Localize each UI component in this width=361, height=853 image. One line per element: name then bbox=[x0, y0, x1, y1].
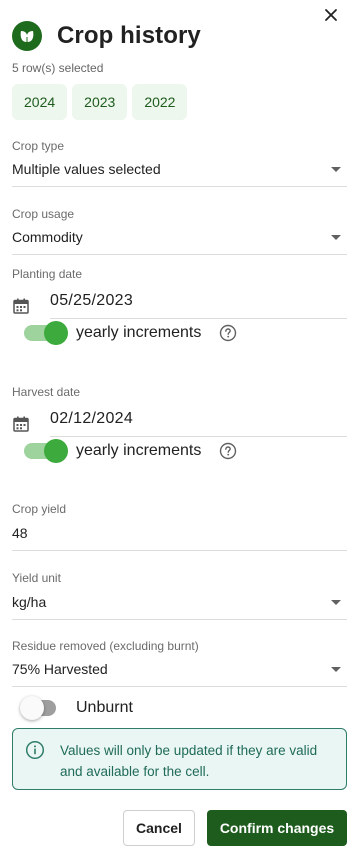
year-chip-2023[interactable]: 2023 bbox=[72, 84, 128, 120]
year-chip-2022[interactable]: 2022 bbox=[132, 84, 188, 120]
yield-unit-value: kg/ha bbox=[12, 594, 47, 610]
harvest-yearly-label: yearly increments bbox=[76, 442, 202, 459]
calendar-icon[interactable] bbox=[12, 297, 30, 315]
switch-thumb bbox=[44, 439, 68, 463]
switch-thumb bbox=[44, 321, 68, 345]
yield-unit-select[interactable]: Yield unit kg/ha bbox=[12, 571, 347, 620]
selection-count: 5 row(s) selected bbox=[12, 61, 104, 75]
leaf-icon bbox=[12, 21, 42, 51]
cancel-button[interactable]: Cancel bbox=[123, 810, 195, 846]
dropdown-arrow-icon bbox=[331, 166, 341, 172]
unburnt-switch[interactable] bbox=[12, 693, 72, 723]
info-icon bbox=[25, 740, 45, 760]
harvest-date-label: Harvest date bbox=[12, 385, 81, 399]
close-button[interactable] bbox=[322, 6, 340, 24]
crop-yield-value: 48 bbox=[12, 525, 28, 541]
yield-unit-label: Yield unit bbox=[12, 571, 61, 585]
crop-type-label: Crop type bbox=[12, 139, 65, 153]
planting-yearly-switch[interactable] bbox=[12, 318, 72, 348]
page-title: Crop history bbox=[57, 22, 201, 49]
crop-yield-label: Crop yield bbox=[12, 502, 67, 516]
switch-thumb bbox=[20, 696, 44, 720]
calendar-icon[interactable] bbox=[12, 415, 30, 433]
harvest-date-input[interactable]: 02/12/2024 bbox=[50, 410, 347, 437]
residue-removed-label: Residue removed (excluding burnt) bbox=[12, 639, 199, 653]
crop-yield-input[interactable]: Crop yield 48 bbox=[12, 502, 347, 551]
harvest-date-field: Harvest date 02/12/2024 bbox=[12, 385, 347, 437]
help-icon[interactable] bbox=[219, 324, 237, 342]
planting-date-field: Planting date 05/25/2023 bbox=[12, 267, 347, 319]
year-chip-2024[interactable]: 2024 bbox=[12, 84, 68, 120]
dialog-header: Crop history bbox=[12, 20, 201, 52]
residue-removed-select[interactable]: Residue removed (excluding burnt) 75% Ha… bbox=[12, 639, 347, 687]
residue-removed-value: 75% Harvested bbox=[12, 661, 108, 677]
planting-date-label: Planting date bbox=[12, 267, 83, 281]
dropdown-arrow-icon bbox=[331, 599, 341, 605]
dropdown-arrow-icon bbox=[331, 234, 341, 240]
crop-usage-label: Crop usage bbox=[12, 207, 75, 221]
planting-yearly-label: yearly increments bbox=[76, 324, 202, 341]
crop-usage-select[interactable]: Crop usage Commodity bbox=[12, 207, 347, 255]
unburnt-toggle-row: Unburnt bbox=[12, 693, 133, 723]
close-icon bbox=[325, 9, 337, 21]
planting-date-input[interactable]: 05/25/2023 bbox=[50, 292, 347, 319]
info-notice: Values will only be updated if they are … bbox=[12, 728, 347, 790]
unburnt-label: Unburnt bbox=[76, 699, 133, 716]
planting-yearly-toggle-row: yearly increments bbox=[12, 318, 237, 348]
dialog-actions: Cancel Confirm changes bbox=[123, 810, 347, 846]
help-icon[interactable] bbox=[219, 442, 237, 460]
crop-type-select[interactable]: Crop type Multiple values selected bbox=[12, 139, 347, 187]
harvest-yearly-switch[interactable] bbox=[12, 436, 72, 466]
crop-type-value: Multiple values selected bbox=[12, 161, 161, 177]
notice-text: Values will only be updated if they are … bbox=[60, 743, 318, 779]
year-chips: 2024 2023 2022 bbox=[12, 84, 188, 120]
confirm-changes-button[interactable]: Confirm changes bbox=[207, 810, 347, 846]
dropdown-arrow-icon bbox=[331, 666, 341, 672]
harvest-yearly-toggle-row: yearly increments bbox=[12, 436, 237, 466]
crop-usage-value: Commodity bbox=[12, 229, 83, 245]
